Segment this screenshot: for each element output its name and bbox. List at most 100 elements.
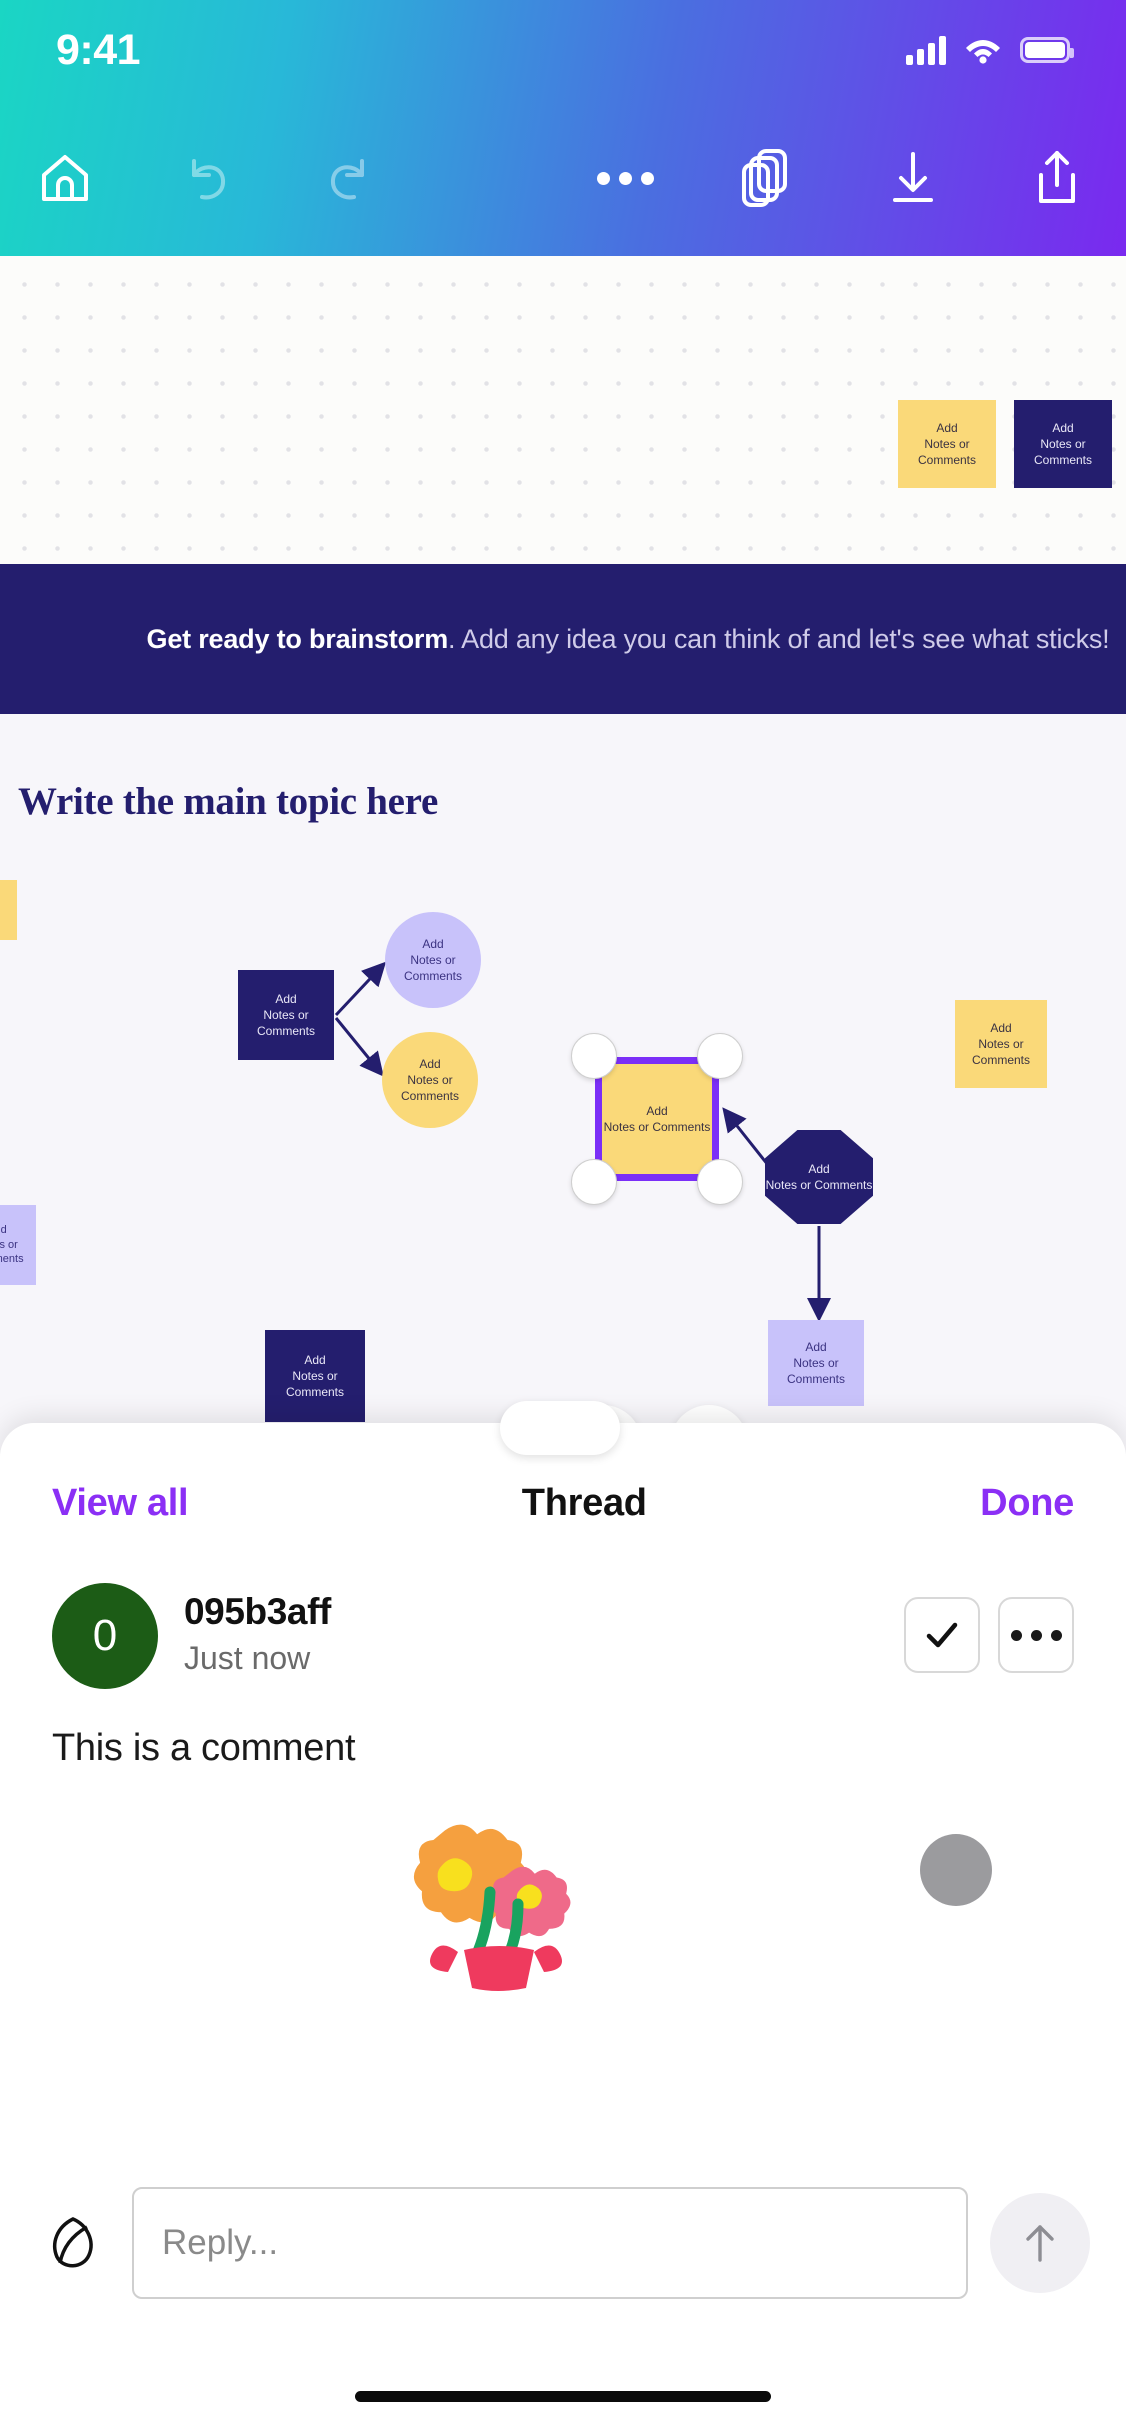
home-indicator	[355, 2391, 771, 2402]
shape-label-line2: Notes or Comments	[765, 1178, 873, 1192]
redo-icon	[330, 159, 364, 200]
toolbar-right-group	[582, 135, 1126, 221]
toolbar-left-group	[0, 135, 392, 221]
gray-circle-placeholder	[920, 1834, 992, 1906]
download-button[interactable]	[870, 135, 956, 221]
comment-meta: 095b3aff Just now	[184, 1583, 331, 1677]
shape-label-line1: Add	[990, 1020, 1012, 1035]
banner-bold-text: Get ready to brainstorm	[146, 623, 449, 654]
undo-button[interactable]	[164, 135, 250, 221]
reply-input[interactable]	[132, 2187, 968, 2299]
shape-label-line2: Notes or Comments	[917, 436, 976, 468]
flower-bouquet-sticker	[413, 1824, 571, 1991]
comment-item: 0 095b3aff Just now This is a comment	[0, 1583, 1126, 2012]
check-icon	[926, 1622, 958, 1648]
top-chrome: 9:41	[0, 0, 1126, 256]
shape-label-line1: Add	[304, 1352, 326, 1367]
resize-handle-bottom-right[interactable]	[697, 1159, 743, 1205]
home-button[interactable]	[22, 135, 108, 221]
shape-label-line2: Notes or Comments	[256, 1007, 315, 1039]
shape-label-line2: Notes or Comments	[603, 1120, 711, 1134]
canvas-top-strip[interactable]: Add Notes or Comments Add Notes or Comme…	[0, 256, 1126, 564]
shape-label-line2: Notes or Comments	[285, 1368, 344, 1400]
shape-label-line1: Add	[275, 991, 297, 1006]
comment-header-row: 0 095b3aff Just now	[52, 1583, 1074, 1689]
shape-label-line1: Add	[808, 1161, 830, 1176]
shape-label-line1: Add	[0, 1223, 7, 1236]
redo-button[interactable]	[306, 135, 392, 221]
shape-label-line1: Add	[936, 420, 958, 435]
comment-actions	[904, 1583, 1074, 1673]
shape-label-line1: Add	[1052, 420, 1074, 435]
thread-sheet: View all Thread Done 0 095b3aff Just now	[0, 1423, 1126, 2436]
resize-handle-top-left[interactable]	[571, 1033, 617, 1079]
banner-text: Get ready to brainstorm. Add any idea yo…	[17, 624, 1110, 655]
undo-icon	[192, 159, 226, 200]
toolbar	[0, 100, 1126, 256]
app-root: 9:41 Add Notes or Comments Add Notes or …	[0, 0, 1126, 2436]
shape-label-line2: Notes or Comments	[400, 1072, 459, 1104]
page-title[interactable]: Write the main topic here	[18, 779, 438, 824]
shape-label-line1: Add	[805, 1339, 827, 1354]
more-horizontal-icon	[1010, 1629, 1062, 1641]
sheet-title: Thread	[521, 1481, 647, 1524]
download-icon	[893, 152, 933, 202]
resize-handle-bottom-left[interactable]	[571, 1159, 617, 1205]
share-button[interactable]	[1014, 135, 1100, 221]
done-button[interactable]: Done	[980, 1482, 1074, 1525]
comment-timestamp: Just now	[184, 1640, 311, 1676]
canvas-board[interactable]: Write the main topic here Add Notes or C…	[0, 714, 1126, 1454]
resolve-button[interactable]	[904, 1597, 980, 1673]
cellular-signal-icon	[906, 35, 946, 65]
sticky-navy-square[interactable]: Add Notes or Comments	[238, 970, 334, 1060]
circle-yellow[interactable]: Add Notes or Comments	[382, 1032, 478, 1128]
shape-label-line2: Notes or Comments	[1033, 436, 1092, 468]
resize-handle-top-right[interactable]	[697, 1033, 743, 1079]
float-toolbar-pill[interactable]	[500, 1401, 620, 1455]
brainstorm-banner: Get ready to brainstorm. Add any idea yo…	[0, 564, 1126, 714]
sticky-yellow-selected[interactable]: Add Notes or Comments	[595, 1057, 719, 1181]
reply-bar	[0, 2168, 1126, 2318]
arrow-up-icon	[1026, 2225, 1054, 2262]
sticky-navy-top[interactable]: Add Notes or Comments	[1014, 400, 1112, 488]
shape-label-line2: Notes or Comments	[0, 1238, 24, 1266]
sticker-icon	[52, 2217, 93, 2268]
more-options-button[interactable]	[582, 135, 668, 221]
banner-rest-text: . Add any idea you can think of and let'…	[448, 623, 1110, 654]
status-bar-left: 9:41	[56, 26, 186, 75]
shape-label-line1: Add	[646, 1103, 668, 1118]
comment-attachment-row	[52, 1782, 1074, 2012]
sticky-yellow-left-edge[interactable]	[0, 880, 17, 940]
pages-icon	[742, 149, 787, 207]
status-bar-right	[906, 35, 1074, 65]
share-icon	[1039, 151, 1075, 203]
shape-label-line1: Add	[422, 936, 444, 951]
shape-label-line2: Notes or Comments	[971, 1036, 1030, 1068]
sticky-lavender-left-edge[interactable]: Add Notes or Comments	[0, 1205, 36, 1285]
selected-shape-wrapper[interactable]: Add Notes or Comments	[571, 1033, 743, 1205]
comment-author: 095b3aff	[184, 1591, 331, 1632]
moon-icon	[163, 37, 177, 63]
status-bar: 9:41	[0, 0, 1126, 100]
sticky-yellow-top[interactable]: Add Notes or Comments	[898, 400, 996, 488]
send-button[interactable]	[990, 2193, 1090, 2293]
sticky-navy-bottom[interactable]: Add Notes or Comments	[265, 1330, 365, 1422]
shape-label-line1: Add	[419, 1056, 441, 1071]
shape-label-line2: Notes or Comments	[403, 952, 462, 984]
status-time: 9:41	[56, 25, 141, 74]
octagon-navy[interactable]: Add Notes or Comments	[765, 1130, 873, 1224]
sticky-lavender-bottom[interactable]: Add Notes or Comments	[768, 1320, 864, 1406]
sticky-yellow-right[interactable]: Add Notes or Comments	[955, 1000, 1047, 1088]
avatar: 0	[52, 1583, 158, 1689]
shape-label-line2: Notes or Comments	[786, 1355, 845, 1387]
circle-lavender[interactable]: Add Notes or Comments	[385, 912, 481, 1008]
battery-icon	[1020, 37, 1074, 63]
home-icon	[42, 155, 88, 201]
wifi-icon	[966, 40, 1000, 64]
view-all-button[interactable]: View all	[52, 1482, 189, 1525]
pages-button[interactable]	[726, 135, 812, 221]
more-horizontal-icon	[596, 171, 654, 185]
comment-body: This is a comment	[52, 1727, 356, 1769]
comment-more-button[interactable]	[998, 1597, 1074, 1673]
sticker-button[interactable]	[36, 2206, 110, 2280]
